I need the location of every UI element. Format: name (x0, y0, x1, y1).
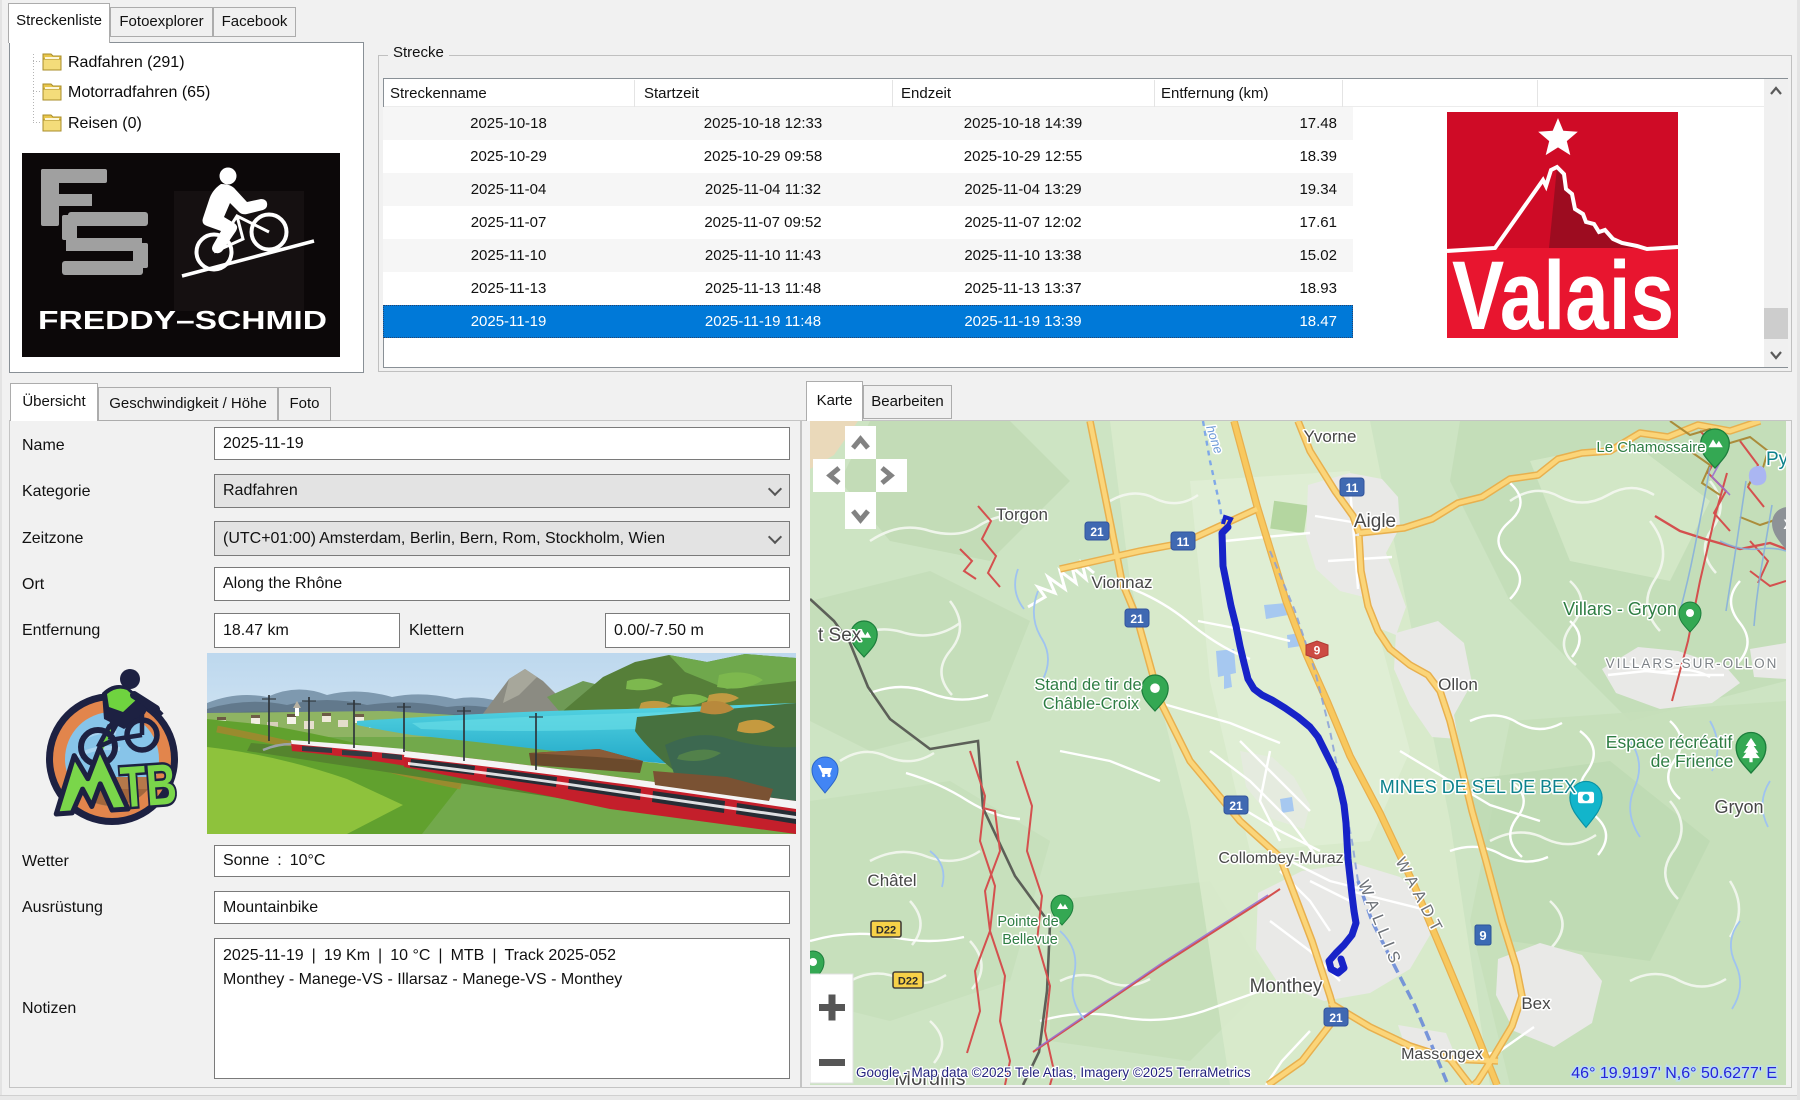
svg-text:Radfahren (291): Radfahren (291) (68, 54, 185, 71)
svg-text:Le Chamossaire: Le Chamossaire (1596, 439, 1705, 456)
svg-text:Châtel: Châtel (867, 871, 916, 890)
svg-text:Yvorne: Yvorne (1304, 427, 1357, 446)
svg-text:Monthey: Monthey (1250, 976, 1323, 997)
svg-text:t Sex: t Sex (818, 625, 862, 646)
svg-text:Valais: Valais (1452, 241, 1674, 338)
svg-text:Villars - Gryon: Villars - Gryon (1563, 599, 1677, 619)
svg-text:Ollon: Ollon (1438, 675, 1478, 694)
svg-text:46° 19.9197' N,6° 50.6277' E: 46° 19.9197' N,6° 50.6277' E (1571, 1065, 1777, 1082)
svg-text:Motorradfahren (65): Motorradfahren (65) (68, 84, 210, 101)
svg-text:de Frience: de Frience (1651, 751, 1734, 771)
svg-text:MINES DE SEL DE BEX: MINES DE SEL DE BEX (1380, 777, 1576, 797)
svg-text:Espace récréatif: Espace récréatif (1606, 732, 1733, 752)
svg-text:X: X (1783, 516, 1786, 532)
svg-text:Py: Py (1766, 449, 1786, 470)
svg-text:VILLARS-SUR-OLLON: VILLARS-SUR-OLLON (1606, 656, 1779, 671)
svg-text:Gryon: Gryon (1714, 797, 1763, 817)
svg-text:Châble-Croix: Châble-Croix (1043, 695, 1140, 713)
svg-text:Collombey-Muraz: Collombey-Muraz (1218, 850, 1343, 867)
svg-text:Massongex: Massongex (1401, 1046, 1483, 1063)
svg-text:Stand de tir de: Stand de tir de (1034, 676, 1141, 694)
svg-text:Pointe de: Pointe de (997, 914, 1058, 930)
svg-text:Google - Map data ©2025 Tele A: Google - Map data ©2025 Tele Atlas, Imag… (856, 1065, 1251, 1080)
svg-text:Aigle: Aigle (1354, 511, 1396, 532)
svg-text:Torgon: Torgon (996, 505, 1048, 524)
svg-text:TB: TB (118, 752, 178, 821)
svg-text:Reisen (0): Reisen (0) (68, 115, 142, 132)
svg-text:Bex: Bex (1521, 994, 1551, 1013)
svg-text:Bellevue: Bellevue (1002, 932, 1058, 948)
svg-text:9: 9 (1479, 928, 1486, 943)
svg-text:Vionnaz: Vionnaz (1091, 573, 1152, 592)
